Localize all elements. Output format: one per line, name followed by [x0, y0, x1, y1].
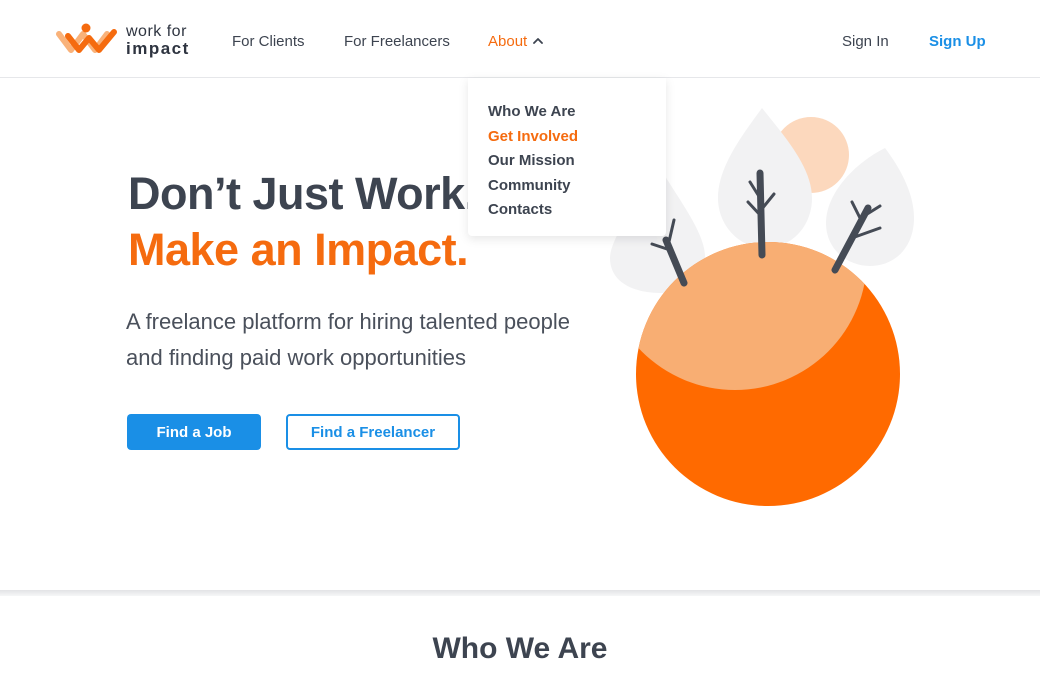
about-menu-list: Who We Are Get Involved Our Mission Comm…: [488, 100, 578, 223]
find-a-job-button[interactable]: Find a Job: [127, 414, 261, 450]
logo-line2: impact: [126, 39, 190, 58]
logo-line1: work for: [126, 23, 187, 40]
sign-up-link[interactable]: Sign Up: [929, 33, 986, 50]
nav-for-clients[interactable]: For Clients: [232, 33, 305, 50]
logo[interactable]: work for impact: [56, 20, 196, 60]
hero-title-line1: Don’t Just Work.: [128, 168, 477, 219]
menu-item-who-we-are[interactable]: Who We Are: [488, 100, 578, 125]
hero-title-line2: Make an Impact.: [128, 224, 469, 275]
site-header: work for impact For Clients For Freelanc…: [0, 0, 1040, 78]
hero-title: Don’t Just Work. Make an Impact.: [128, 166, 477, 278]
logo-icon: [56, 23, 117, 53]
menu-item-contacts[interactable]: Contacts: [488, 198, 578, 223]
chevron-up-icon: [533, 37, 544, 44]
hero-subtitle: A freelance platform for hiring talented…: [126, 309, 570, 370]
sign-in-link[interactable]: Sign In: [842, 33, 889, 50]
logo-wordmark: work for impact: [126, 23, 190, 58]
menu-item-get-involved[interactable]: Get Involved: [488, 125, 578, 150]
section-divider: [0, 590, 1040, 596]
who-we-are-heading: Who We Are: [432, 632, 608, 665]
nav-for-freelancers[interactable]: For Freelancers: [344, 33, 450, 50]
nav-about-label: About: [488, 33, 528, 50]
find-a-freelancer-button[interactable]: Find a Freelancer: [286, 414, 460, 450]
nav-about[interactable]: About: [488, 33, 544, 50]
about-dropdown-menu: Who We Are Get Involved Our Mission Comm…: [468, 78, 666, 236]
menu-item-our-mission[interactable]: Our Mission: [488, 149, 578, 174]
menu-item-community[interactable]: Community: [488, 174, 578, 199]
